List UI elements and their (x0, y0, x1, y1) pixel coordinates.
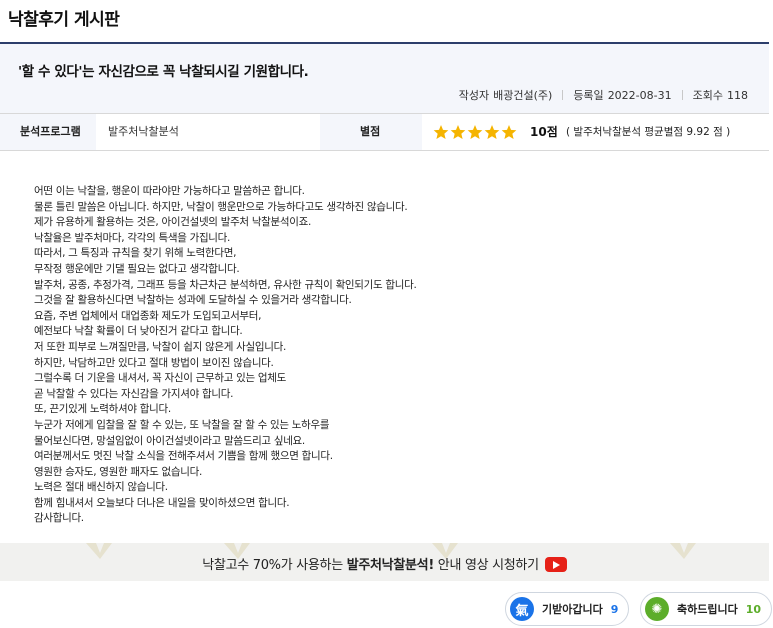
star-icon (501, 125, 517, 139)
reaction-label: 기받아갑니다 (542, 603, 603, 616)
content-line: 감사합니다. (34, 512, 84, 525)
post-date: 2022-08-31 (607, 88, 672, 102)
content-line: 또, 끈기있게 노력하셔야 합니다. (34, 403, 171, 416)
program-label: 분석프로그램 (20, 125, 81, 138)
content-line: 물론 틀린 말씀은 아닙니다. 하지만, 낙찰이 행운만으로 가능하다고도 생각… (34, 200, 408, 213)
content-line: 저 또한 피부로 느껴질만큼, 낙찰이 쉽지 않은게 사실입니다. (34, 340, 286, 353)
views-label: 조회수 (692, 89, 723, 102)
author-name: 배광건설(주) (493, 89, 553, 102)
star-rating (433, 114, 518, 150)
meta-divider (681, 90, 683, 100)
congrats-icon: ✺ (645, 597, 669, 621)
banner-text-post: 안내 영상 시청하기 (433, 558, 539, 573)
content-line: 여러분께서도 멋진 낙찰 소식을 전해주셔서 기쁨을 함께 했으면 합니다. (34, 450, 333, 463)
rating-label: 별점 (360, 125, 381, 138)
content-line: 영원한 승자도, 영원한 패자도 없습니다. (34, 465, 202, 478)
post-content: 어떤 이는 낙찰을, 행운이 따라야만 가능하다고 말씀하곤 합니다. 물론 틀린… (34, 184, 754, 527)
post-header: '할 수 있다'는 자신감으로 꼭 낙찰되시길 기원합니다. 작성자 배광건설(… (0, 42, 769, 114)
content-line: 제가 유용하게 활용하는 것은, 아이건설넷의 발주처 낙찰분석이죠. (34, 216, 312, 229)
content-line: 그럴수록 더 기운을 내셔서, 꼭 자신이 근무하고 있는 업체도 (34, 372, 286, 385)
content-line: 따라서, 그 특징과 규칙을 찾기 위해 노력한다면, (34, 247, 237, 260)
star-icon (484, 125, 500, 139)
content-line: 예전보다 낙찰 확률이 더 낮아진거 같다고 합니다. (34, 325, 243, 338)
info-row: 분석프로그램 발주처낙찰분석 별점 10점 ( 발주처낙찰분석 평균별점 9.9… (0, 113, 769, 151)
star-icon (450, 125, 466, 139)
views-count: 118 (727, 88, 748, 102)
content-line: 곧 낙찰할 수 있다는 자신감을 가지셔야 합니다. (34, 387, 234, 400)
star-icon (433, 125, 449, 139)
rating-score: 10점 (530, 125, 558, 139)
reaction-count: 10 (745, 602, 762, 616)
video-banner[interactable]: 낙찰고수 70%가 사용하는 발주처낙찰분석! 안내 영상 시청하기 (0, 543, 769, 581)
post-meta: 작성자 배광건설(주) 등록일 2022-08-31 조회수 118 (459, 87, 748, 103)
content-line: 어떤 이는 낙찰을, 행운이 따라야만 가능하다고 말씀하곤 합니다. (34, 185, 305, 197)
program-name: 발주처낙찰분석 (108, 125, 179, 138)
post-title: '할 수 있다'는 자신감으로 꼭 낙찰되시길 기원합니다. (18, 64, 309, 80)
reaction-label: 축하드립니다 (677, 603, 738, 616)
content-line: 발주처, 공종, 추정가격, 그래프 등을 차근차근 분석하면, 유사한 규칙이… (34, 278, 417, 291)
board-title: 낙찰후기 게시판 (8, 10, 120, 30)
banner-text[interactable]: 낙찰고수 70%가 사용하는 발주처낙찰분석! 안내 영상 시청하기 (0, 554, 769, 573)
reaction-count: 9 (610, 602, 619, 616)
content-line: 낙찰율은 발주처마다, 각각의 특색을 가집니다. (34, 231, 231, 244)
content-line: 하지만, 낙담하고만 있다고 절대 방법이 보이진 않습니다. (34, 356, 274, 369)
content-line: 그것을 잘 활용하신다면 낙찰하는 성과에 도달하실 수 있을거라 생각합니다. (34, 294, 352, 307)
reaction-congrats-button[interactable]: ✺ 축하드립니다 10 (640, 592, 773, 626)
author-label: 작성자 (458, 89, 490, 102)
youtube-play-icon[interactable] (544, 557, 567, 572)
banner-text-pre: 낙찰고수 70%가 사용하는 (202, 558, 347, 573)
content-line: 노력은 절대 배신하지 않습니다. (34, 481, 168, 494)
average-rating: ( 발주처낙찰분석 평균별점 9.92 점 ) (566, 126, 731, 138)
content-line: 요즘, 주변 업체에서 대업종화 제도가 도입되고서부터, (34, 309, 262, 322)
reaction-energy-button[interactable]: 氣 기받아갑니다 9 (505, 592, 630, 626)
star-icon (467, 125, 483, 139)
content-line: 무작정 행운에만 기댈 필요는 없다고 생각합니다. (34, 262, 240, 275)
energy-icon: 氣 (510, 597, 534, 621)
date-label: 등록일 (573, 89, 604, 102)
content-line: 함께 힘내셔서 오늘보다 더나은 내일을 맞이하셨으면 합니다. (34, 496, 290, 509)
meta-divider (562, 90, 564, 100)
banner-text-bold: 발주처낙찰분석! (346, 558, 435, 573)
content-line: 누군가 저에게 입찰을 잘 할 수 있는, 또 낙찰을 잘 할 수 있는 노하우… (34, 418, 330, 431)
content-line: 물어보신다면, 망설임없이 아이건설넷이라고 말씀드리고 싶네요. (34, 434, 305, 447)
